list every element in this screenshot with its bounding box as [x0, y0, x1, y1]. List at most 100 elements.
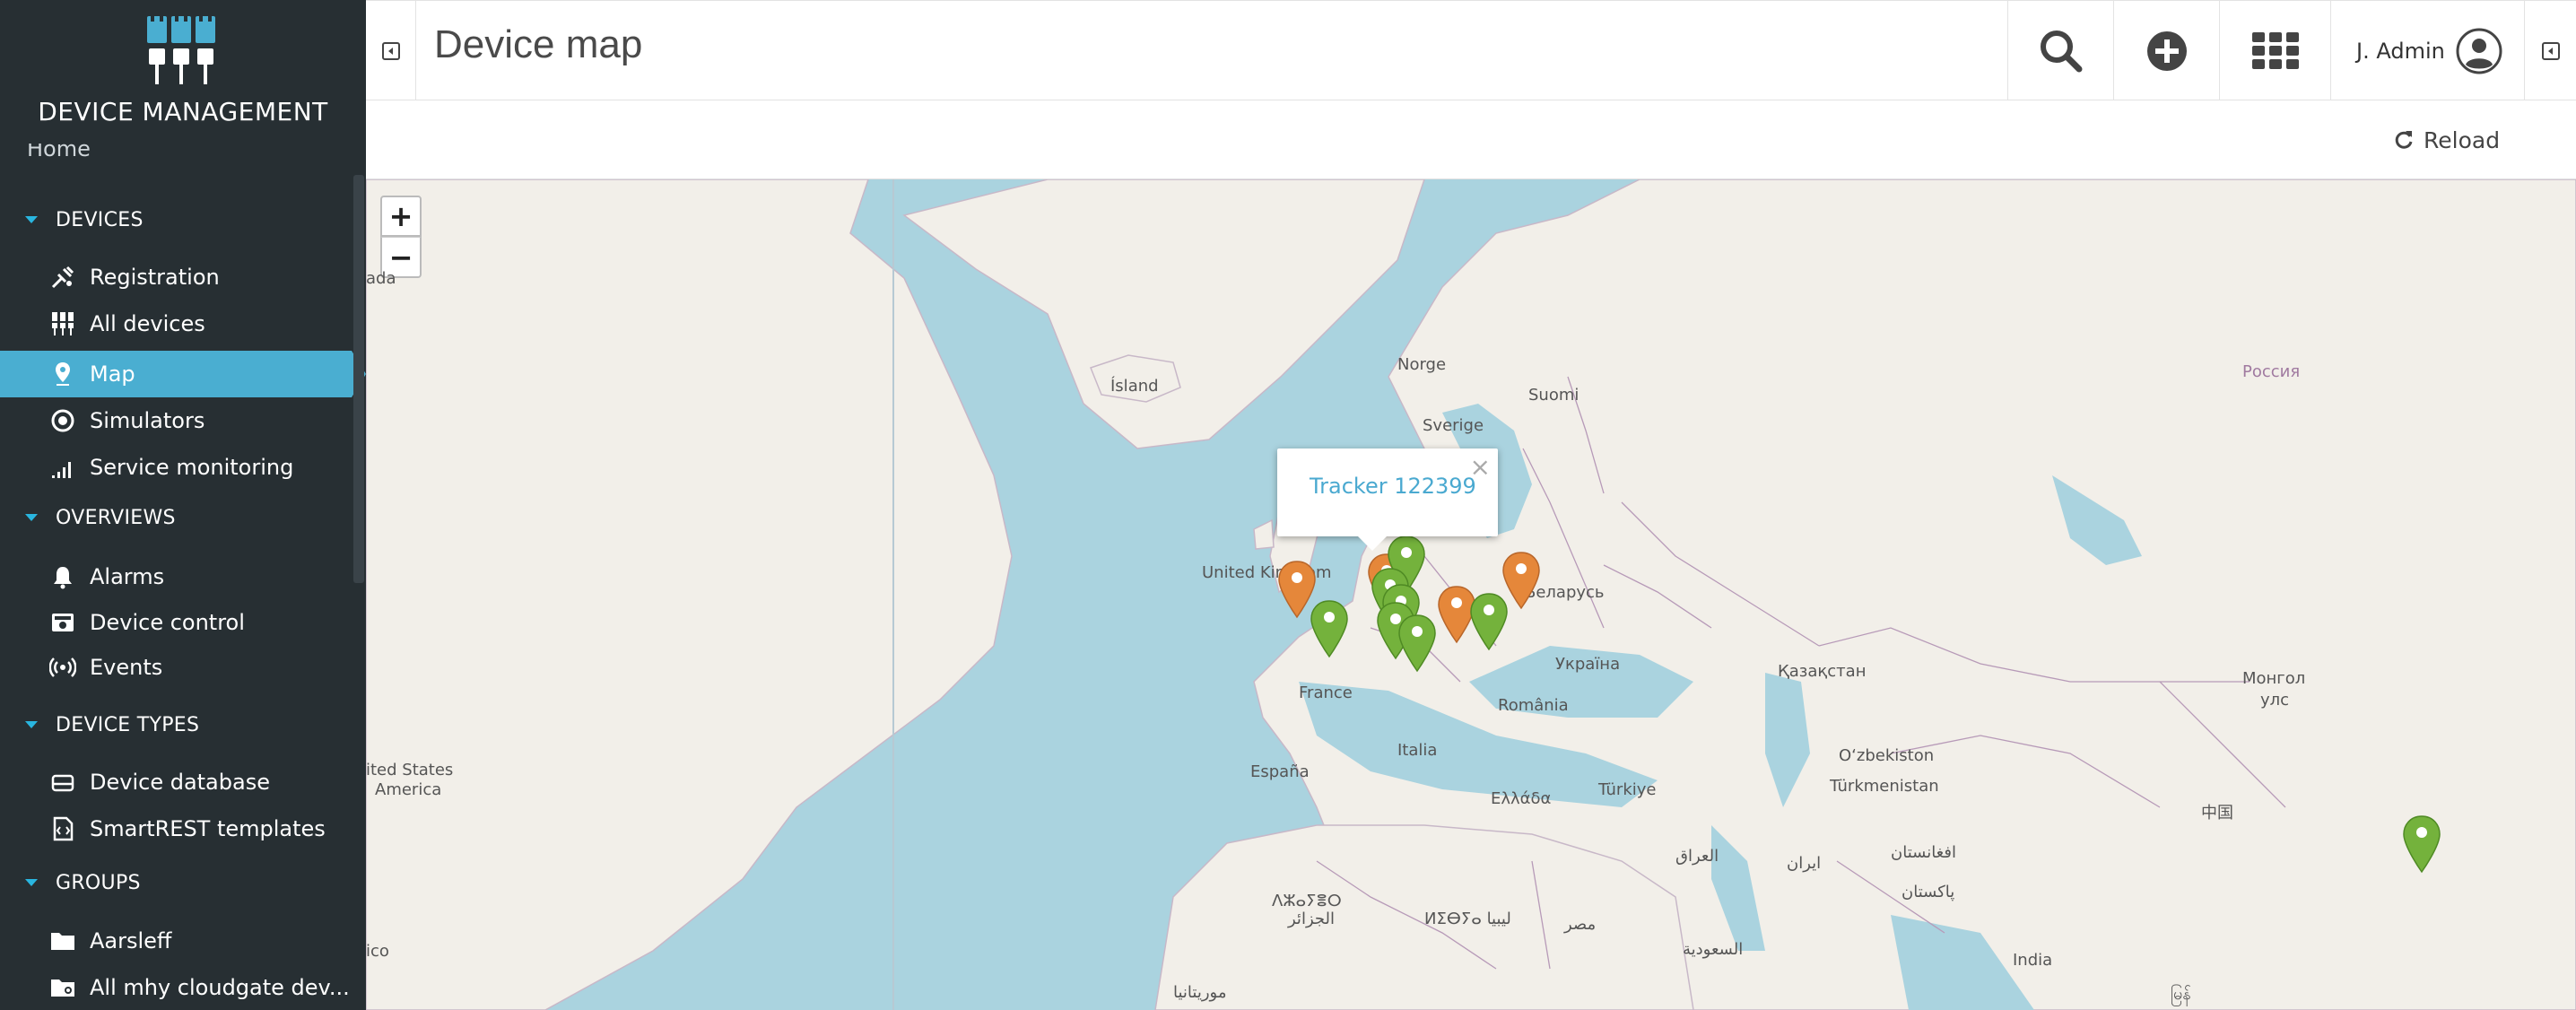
map-label-espana: España — [1250, 762, 1310, 781]
device-management-logo — [147, 13, 215, 84]
popup-close-button[interactable]: × — [1470, 452, 1491, 482]
sidebar-item-aarsleff[interactable]: Aarsleff — [0, 918, 352, 964]
map-label-mongol-2: улс — [2260, 691, 2290, 710]
sidebar-item-label: Registration — [90, 265, 220, 290]
sidebar-item-simulators[interactable]: Simulators — [0, 397, 352, 444]
sidebar-item-alarms[interactable]: Alarms — [0, 553, 352, 600]
folder-gear-icon — [47, 971, 79, 1004]
database-icon — [47, 766, 79, 798]
popup-tip — [1358, 536, 1387, 551]
map-label-italia: Italia — [1397, 741, 1438, 760]
sidebar-item-registration[interactable]: Registration — [0, 254, 352, 300]
section-device-types[interactable]: DEVICE TYPES — [0, 702, 352, 747]
sidebar-item-cloudgate[interactable]: All mhy cloudgate dev... — [0, 964, 352, 1010]
brand[interactable]: DEVICE MANAGEMENT — [0, 0, 366, 144]
map-label-ellada: Ελλάδα — [1491, 789, 1552, 808]
plus-circle-icon — [2146, 31, 2187, 71]
map-label-romania: România — [1498, 696, 1569, 715]
add-button[interactable] — [2113, 1, 2219, 101]
simulator-icon — [47, 405, 79, 437]
sidebar: DEVICE MANAGEMENT Home DEVICES Registrat… — [0, 0, 366, 1010]
sidebar-item-events[interactable]: Events — [0, 644, 352, 691]
sidebar-item-device-database[interactable]: Device database — [0, 759, 352, 805]
device-control-icon — [47, 606, 79, 639]
map-label-mongol: Монгол — [2242, 669, 2306, 688]
reload-label: Reload — [2424, 126, 2501, 153]
caret-down-icon — [25, 879, 38, 886]
map-label-us-2: America — [375, 780, 442, 799]
map-label-china: 中国 — [2201, 804, 2233, 823]
section-groups[interactable]: GROUPS — [0, 860, 352, 905]
sidebar-item-map[interactable]: Map — [0, 351, 352, 397]
folder-icon — [47, 925, 79, 957]
map-label-masr: مصر — [1564, 915, 1597, 934]
map-label-pakistan: پاکستان — [1902, 883, 1955, 901]
sidebar-item-label: All mhy cloudgate dev... — [90, 975, 350, 1000]
brand-title: DEVICE MANAGEMENT — [38, 97, 328, 126]
sidebar-item-label: Events — [90, 655, 163, 680]
map-label-turkiye: Türkiye — [1598, 780, 1657, 799]
map-label-algeria: ⴷⵣⴰⵢⴻⵔ — [1272, 892, 1342, 910]
map-label-island: Ísland — [1110, 377, 1159, 396]
registration-icon — [47, 261, 79, 293]
device-map[interactable]: + − Ísland Norge Suomi Sverige United Ki… — [366, 179, 2576, 1010]
bell-icon — [47, 561, 79, 593]
devices-icon — [47, 308, 79, 340]
search-button[interactable] — [2007, 1, 2113, 101]
user-menu[interactable]: J. Admin — [2330, 1, 2524, 101]
sidebar-nav: Home DEVICES Registration All devices Ma… — [0, 144, 352, 1010]
sidebar-item-label: Alarms — [90, 564, 165, 589]
map-label-uzbekiston: O‘zbekiston — [1839, 746, 1935, 765]
refresh-icon — [2395, 131, 2413, 149]
sidebar-scrollbar[interactable] — [353, 175, 364, 583]
device-marker-green[interactable] — [1397, 614, 1437, 673]
sidebar-item-label: SmartREST templates — [90, 816, 326, 841]
sidebar-item-label: Device database — [90, 770, 270, 795]
collapse-right-icon — [2541, 42, 2560, 60]
sidebar-item-label: Aarsleff — [90, 928, 172, 953]
map-label-france: France — [1299, 683, 1353, 702]
device-marker-orange[interactable] — [1501, 551, 1541, 610]
map-label-kazakhstan: Қазақстан — [1778, 662, 1867, 681]
map-label-libya: ⵍⵉⴱⵢⴰ ليبيا — [1424, 910, 1511, 928]
sidebar-item-device-control[interactable]: Device control — [0, 599, 352, 646]
map-label-ukraina: Україна — [1555, 655, 1621, 674]
sidebar-item-home[interactable]: Home — [27, 144, 91, 161]
map-label-norge: Norge — [1397, 355, 1447, 374]
zoom-in-button[interactable]: + — [380, 196, 422, 237]
app-switcher-button[interactable] — [2219, 1, 2330, 101]
sidebar-item-label: Simulators — [90, 408, 205, 433]
page-title: Device map — [434, 22, 643, 66]
app-window: DEVICE MANAGEMENT Home DEVICES Registrat… — [0, 0, 2576, 1010]
device-marker-green[interactable] — [2402, 814, 2441, 874]
collapse-sidebar-button[interactable] — [366, 1, 416, 101]
sidebar-item-all-devices[interactable]: All devices — [0, 300, 352, 347]
grid-icon — [2251, 32, 2299, 69]
collapse-right-panel-button[interactable] — [2524, 1, 2576, 101]
sidebar-item-label: Map — [90, 361, 135, 387]
caret-down-icon — [25, 216, 38, 223]
section-label: DEVICE TYPES — [56, 713, 200, 736]
sidebar-item-smartrest-templates[interactable]: SmartREST templates — [0, 805, 352, 852]
map-pin-icon — [47, 358, 79, 390]
caret-down-icon — [25, 514, 38, 521]
signal-bars-icon — [47, 451, 79, 483]
search-icon — [2040, 30, 2082, 73]
sidebar-item-label: Device control — [90, 610, 245, 635]
map-label-ada: ada — [366, 269, 396, 288]
map-label-suomi: Suomi — [1528, 386, 1580, 405]
device-popup: Tracker 122399 × — [1277, 448, 1498, 536]
section-devices[interactable]: DEVICES — [0, 197, 352, 242]
user-avatar-icon — [2456, 28, 2502, 74]
sidebar-item-label: Service monitoring — [90, 455, 294, 480]
section-overviews[interactable]: OVERVIEWS — [0, 495, 352, 540]
map-label-saudi: السعودية — [1683, 940, 1744, 959]
sidebar-item-service-monitoring[interactable]: Service monitoring — [0, 444, 352, 491]
reload-button[interactable]: Reload — [2393, 122, 2500, 158]
map-label-iraq: العراق — [1675, 847, 1719, 866]
popup-device-link[interactable]: Tracker 122399 — [1310, 474, 1476, 499]
map-label-india: India — [2013, 951, 2053, 970]
device-marker-green[interactable] — [1310, 599, 1349, 658]
map-label-sverige: Sverige — [1423, 416, 1484, 435]
map-label-iran: ایران — [1787, 854, 1822, 873]
